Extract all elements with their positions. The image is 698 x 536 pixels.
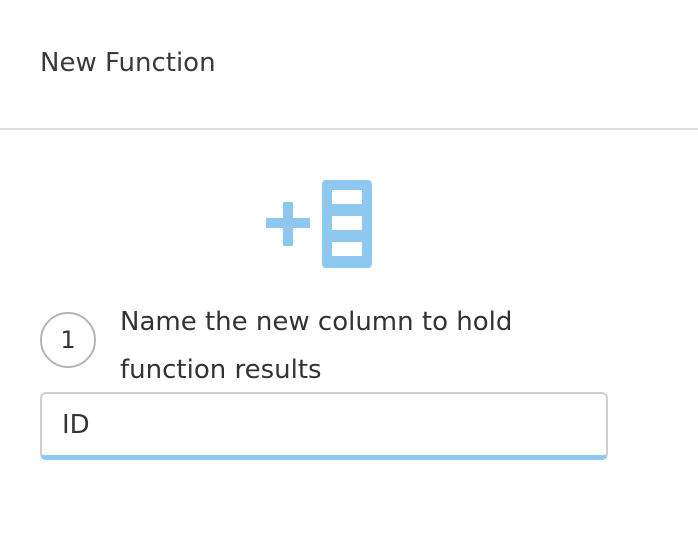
panel-title: New Function <box>40 48 216 78</box>
new-function-panel: New Function 1 Name the new column to ho… <box>0 0 698 536</box>
column-name-input[interactable] <box>42 394 606 455</box>
panel-header: New Function <box>0 0 698 130</box>
step-number-badge: 1 <box>40 312 96 368</box>
step-instruction: Name the new column to hold function res… <box>120 307 513 385</box>
column-name-field[interactable] <box>40 392 608 460</box>
add-column-icon <box>266 180 374 270</box>
